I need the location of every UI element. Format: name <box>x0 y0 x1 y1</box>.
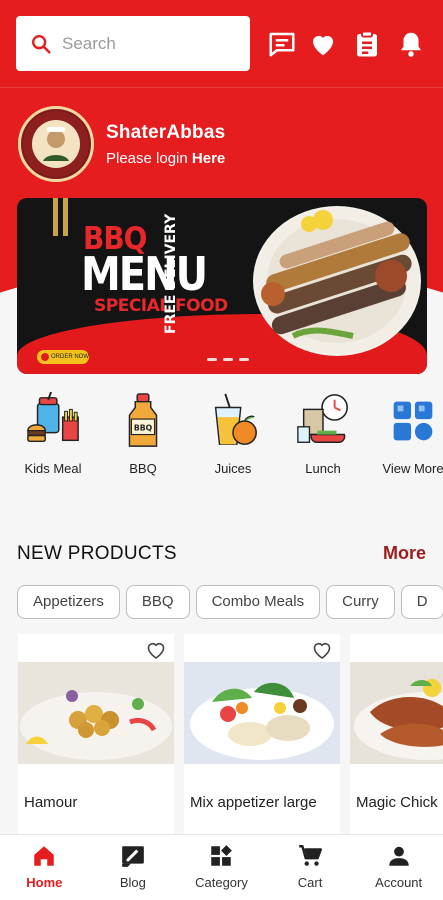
category-kids-meal[interactable]: Kids Meal <box>13 391 93 476</box>
category-label: Lunch <box>305 461 341 476</box>
bell-icon[interactable] <box>395 28 427 60</box>
nav-category[interactable]: Category <box>177 835 266 900</box>
chip-partial[interactable]: D <box>400 585 443 619</box>
banner-side-text: FREE DELIVERY <box>163 213 179 334</box>
section-title-new-products: NEW PRODUCTS <box>17 543 177 564</box>
category-bbq[interactable]: BBQ BBQ <box>103 392 183 476</box>
carousel-dot[interactable] <box>239 358 249 361</box>
restaurant-logo <box>18 106 94 182</box>
juice-icon <box>214 393 257 445</box>
favorite-heart-icon[interactable] <box>144 638 168 662</box>
product-card[interactable]: Hamour <box>18 634 174 834</box>
banner-decor <box>63 198 68 236</box>
banner-food-image <box>253 206 421 356</box>
category-lunch[interactable]: Lunch <box>283 392 363 476</box>
nav-label: Cart <box>297 875 323 890</box>
product-carousel: Hamour Mix appetizer large Magic Chick <box>18 634 443 834</box>
product-image <box>350 662 443 764</box>
grid-icon <box>393 401 433 441</box>
lunch-icon <box>297 394 348 443</box>
category-view-more[interactable]: View More <box>373 392 443 476</box>
chip-appetizers[interactable]: Appetizers <box>17 585 120 619</box>
blog-icon <box>122 846 144 867</box>
category-juices[interactable]: Juices <box>193 392 273 476</box>
product-card[interactable]: Magic Chick <box>350 634 443 834</box>
nav-account[interactable]: Account <box>354 835 443 900</box>
chat-icon[interactable] <box>266 28 298 60</box>
search-input[interactable] <box>62 33 232 54</box>
chip-bbq[interactable]: BBQ <box>125 585 190 619</box>
product-name: Hamour <box>24 794 78 811</box>
nav-home[interactable]: Home <box>0 835 89 900</box>
nav-label: Home <box>26 875 63 890</box>
carousel-dots <box>207 358 249 361</box>
top-bar <box>0 0 443 88</box>
carousel-dot[interactable] <box>207 358 217 361</box>
nav-label: Category <box>195 875 248 890</box>
heart-icon[interactable] <box>307 28 339 60</box>
product-card[interactable]: Mix appetizer large <box>184 634 340 834</box>
brand-block: ShaterAbbas Please login Here <box>18 106 225 182</box>
banner-title-menu: MENU <box>81 248 208 302</box>
more-link[interactable]: More <box>383 543 426 564</box>
banner-subtitle: SPECIAL FOOD <box>94 296 228 316</box>
login-prompt[interactable]: Please login Here <box>106 150 225 167</box>
product-name: Magic Chick <box>356 794 438 811</box>
product-name: Mix appetizer large <box>190 794 317 811</box>
nav-label: Blog <box>119 875 146 890</box>
category-label: View More <box>382 461 443 476</box>
nav-blog[interactable]: Blog <box>89 835 178 900</box>
login-prefix: Please login <box>106 149 192 167</box>
product-image <box>18 662 174 764</box>
search-bar[interactable] <box>16 16 250 71</box>
brand-name: ShaterAbbas <box>106 121 226 143</box>
app-screen: ShaterAbbas Please login Here BBQ MENU S… <box>0 0 443 900</box>
banner-decor <box>53 198 58 236</box>
category-strip: Kids Meal BBQ BBQ Juices Lunch View More <box>0 391 443 480</box>
category-label: Kids Meal <box>24 461 82 476</box>
bbq-sauce-icon: BBQ <box>128 393 158 447</box>
clipboard-icon[interactable] <box>351 28 383 60</box>
chip-curry[interactable]: Curry <box>326 585 395 619</box>
category-label: BBQ <box>129 461 157 476</box>
login-link[interactable]: Here <box>192 150 225 167</box>
category-label: Juices <box>214 461 252 476</box>
order-now-pill[interactable]: ORDER NOW <box>37 350 89 364</box>
category-icon <box>211 845 233 866</box>
brand-text: ShaterAbbas Please login Here <box>106 122 225 167</box>
home-icon <box>34 846 55 866</box>
chip-combo-meals[interactable]: Combo Meals <box>195 585 321 619</box>
favorite-heart-icon[interactable] <box>310 638 334 662</box>
nav-cart[interactable]: Cart <box>266 835 355 900</box>
promo-banner[interactable]: BBQ MENU SPECIAL FOOD FREE DELIVERY ORDE… <box>17 198 427 374</box>
account-icon <box>388 846 409 866</box>
bottom-navigation: Home Blog Category Cart Account <box>0 834 443 900</box>
carousel-dot[interactable] <box>223 358 233 361</box>
search-icon <box>32 34 51 54</box>
kids-meal-icon <box>27 391 79 443</box>
product-image <box>184 662 340 764</box>
filter-chips: Appetizers BBQ Combo Meals Curry D <box>17 585 443 621</box>
cart-icon <box>299 845 323 866</box>
svg-text:BBQ: BBQ <box>134 424 153 433</box>
nav-label: Account <box>375 875 423 890</box>
